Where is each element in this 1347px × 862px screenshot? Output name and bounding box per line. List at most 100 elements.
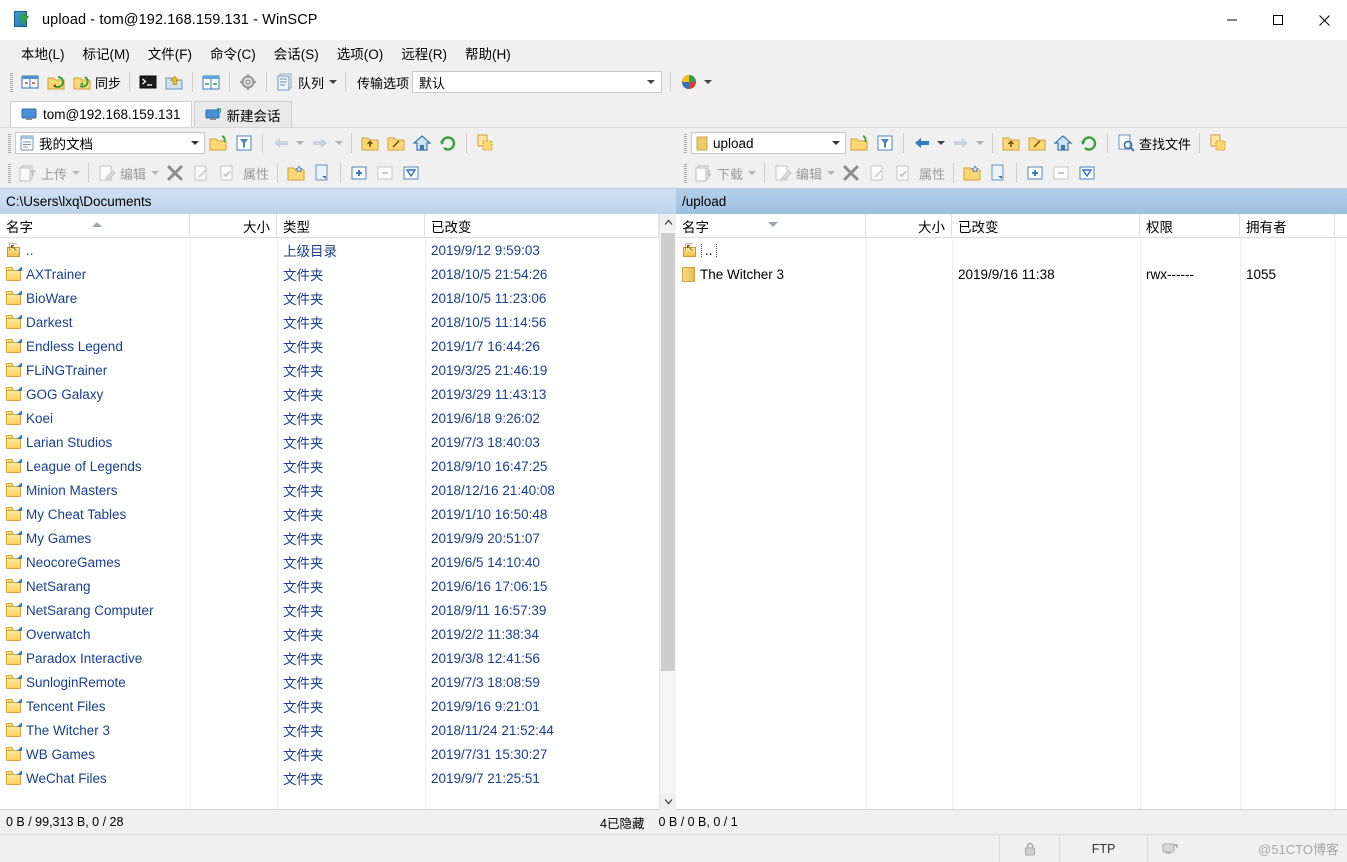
remote-column-owner[interactable]: 拥有者 bbox=[1240, 214, 1335, 237]
scrollbar-thumb[interactable] bbox=[661, 233, 675, 672]
minimize-button[interactable] bbox=[1209, 0, 1255, 40]
remote-select-plus-button[interactable] bbox=[1022, 161, 1048, 185]
local-rename-button[interactable] bbox=[188, 161, 214, 185]
local-select-minus-button[interactable] bbox=[372, 161, 398, 185]
local-invert-selection-button[interactable] bbox=[398, 161, 424, 185]
compare-directories-button[interactable] bbox=[198, 70, 224, 94]
table-row[interactable]: My Cheat Tables 文件夹 2019/1/10 16:50:48 bbox=[0, 502, 659, 526]
chevron-down-icon[interactable] bbox=[704, 80, 713, 84]
local-column-name[interactable]: 名字 bbox=[0, 214, 190, 237]
remote-column-size[interactable]: 大小 bbox=[866, 214, 952, 237]
table-row[interactable]: My Games 文件夹 2019/9/9 20:51:07 bbox=[0, 526, 659, 550]
local-edit-button[interactable]: 编辑 bbox=[94, 161, 162, 185]
remote-filter-button[interactable] bbox=[872, 131, 898, 155]
local-filter-button[interactable] bbox=[231, 131, 257, 155]
chevron-down-icon[interactable] bbox=[191, 141, 199, 145]
table-row[interactable]: ⇱.. bbox=[676, 238, 1347, 262]
table-row[interactable]: Overwatch 文件夹 2019/2/2 11:38:34 bbox=[0, 622, 659, 646]
table-row[interactable]: AXTrainer 文件夹 2018/10/5 21:54:26 bbox=[0, 262, 659, 286]
chevron-down-icon[interactable] bbox=[335, 141, 343, 145]
transfer-settings-button[interactable] bbox=[676, 70, 715, 94]
toolbar-grip[interactable] bbox=[684, 163, 687, 183]
local-home-button[interactable] bbox=[409, 131, 435, 155]
remote-new-directory-button[interactable] bbox=[959, 161, 985, 185]
close-button[interactable] bbox=[1301, 0, 1347, 40]
menu-item-session[interactable]: 会话(S) bbox=[265, 41, 328, 65]
local-directory-combo[interactable]: 我的文档 bbox=[15, 132, 205, 154]
remote-open-directory-dialog-button[interactable] bbox=[1024, 131, 1050, 155]
local-column-size[interactable]: 大小 bbox=[190, 214, 277, 237]
remote-open-directory-button[interactable] bbox=[846, 131, 872, 155]
table-row[interactable]: WB Games 文件夹 2019/7/31 15:30:27 bbox=[0, 742, 659, 766]
local-select-files-button[interactable] bbox=[472, 131, 498, 155]
table-row[interactable]: SunloginRemote 文件夹 2019/7/3 18:08:59 bbox=[0, 670, 659, 694]
table-row[interactable]: FLiNGTrainer 文件夹 2019/3/25 21:46:19 bbox=[0, 358, 659, 382]
toolbar-grip[interactable] bbox=[8, 163, 11, 183]
remote-column-changed[interactable]: 已改变 bbox=[952, 214, 1140, 237]
scroll-down-button[interactable] bbox=[660, 793, 676, 810]
remote-column-rights[interactable]: 权限 bbox=[1140, 214, 1240, 237]
chevron-down-icon[interactable] bbox=[976, 141, 984, 145]
table-row[interactable]: The Witcher 3 文件夹 2018/11/24 21:52:44 bbox=[0, 718, 659, 742]
local-properties-button[interactable]: 属性 bbox=[240, 161, 272, 185]
local-vertical-scrollbar[interactable] bbox=[659, 214, 676, 810]
scroll-up-button[interactable] bbox=[660, 214, 676, 231]
local-parent-directory-button[interactable] bbox=[357, 131, 383, 155]
chevron-down-icon[interactable] bbox=[647, 80, 656, 84]
table-row[interactable]: NetSarang 文件夹 2019/6/16 17:06:15 bbox=[0, 574, 659, 598]
toolbar-grip[interactable] bbox=[10, 72, 13, 92]
table-row[interactable]: The Witcher 3 2019/9/16 11:38 rwx------ 105… bbox=[676, 262, 1347, 286]
upload-button[interactable]: 上传 bbox=[15, 161, 83, 185]
table-row[interactable]: Tencent Files 文件夹 2019/9/16 9:21:01 bbox=[0, 694, 659, 718]
local-column-type[interactable]: 类型 bbox=[277, 214, 425, 237]
chevron-down-icon[interactable] bbox=[827, 171, 836, 175]
remote-delete-button[interactable] bbox=[838, 161, 864, 185]
remote-forward-button[interactable] bbox=[948, 131, 987, 155]
table-row[interactable]: WeChat Files 文件夹 2019/9/7 21:25:51 bbox=[0, 766, 659, 790]
maximize-button[interactable] bbox=[1255, 0, 1301, 40]
chevron-down-icon[interactable] bbox=[937, 141, 945, 145]
menu-item-mark[interactable]: 标记(M) bbox=[74, 41, 139, 65]
local-forward-button[interactable] bbox=[307, 131, 346, 155]
chevron-down-icon[interactable] bbox=[151, 171, 160, 175]
local-delete-button[interactable] bbox=[162, 161, 188, 185]
synchronize-browsing-button[interactable] bbox=[43, 70, 69, 94]
local-column-changed[interactable]: 已改变 bbox=[425, 214, 659, 237]
remote-back-button[interactable] bbox=[909, 131, 948, 155]
chevron-down-icon[interactable] bbox=[832, 141, 840, 145]
remote-select-minus-button[interactable] bbox=[1048, 161, 1074, 185]
remote-select-files-button[interactable] bbox=[1205, 131, 1231, 155]
table-row[interactable]: NeocoreGames 文件夹 2019/6/5 14:10:40 bbox=[0, 550, 659, 574]
local-open-directory-button[interactable] bbox=[205, 131, 231, 155]
encryption-status[interactable] bbox=[999, 834, 1059, 862]
local-select-plus-button[interactable] bbox=[346, 161, 372, 185]
menu-item-remote[interactable]: 远程(R) bbox=[392, 41, 456, 65]
menu-item-local[interactable]: 本地(L) bbox=[12, 41, 74, 65]
table-row[interactable]: NetSarang Computer 文件夹 2018/9/11 16:57:39 bbox=[0, 598, 659, 622]
remote-properties-button[interactable]: 属性 bbox=[916, 161, 948, 185]
remote-refresh-button[interactable] bbox=[1076, 131, 1102, 155]
local-new-file-button[interactable] bbox=[309, 161, 335, 185]
remote-custom-command-button[interactable] bbox=[890, 161, 916, 185]
chevron-down-icon[interactable] bbox=[329, 80, 338, 84]
table-row[interactable]: Larian Studios 文件夹 2019/7/3 18:40:03 bbox=[0, 430, 659, 454]
remote-parent-directory-button[interactable] bbox=[998, 131, 1024, 155]
keep-remote-up-to-date-button[interactable] bbox=[161, 70, 187, 94]
remote-edit-button[interactable]: 编辑 bbox=[770, 161, 838, 185]
remote-rename-button[interactable] bbox=[864, 161, 890, 185]
table-row[interactable]: League of Legends 文件夹 2018/9/10 16:47:25 bbox=[0, 454, 659, 478]
find-files-button[interactable]: 查找文件 bbox=[1113, 131, 1194, 155]
menu-item-files[interactable]: 文件(F) bbox=[139, 41, 201, 65]
local-file-list[interactable]: ⇱.. 上级目录 2019/9/12 9:59:03 AXTrainer 文件夹 2018… bbox=[0, 238, 659, 810]
table-row[interactable]: Paradox Interactive 文件夹 2019/3/8 12:41:56 bbox=[0, 646, 659, 670]
table-row[interactable]: GOG Galaxy 文件夹 2019/3/29 11:43:13 bbox=[0, 382, 659, 406]
preferences-button[interactable] bbox=[235, 70, 261, 94]
local-new-directory-button[interactable] bbox=[283, 161, 309, 185]
local-back-button[interactable] bbox=[268, 131, 307, 155]
toolbar-grip[interactable] bbox=[684, 133, 687, 153]
local-refresh-button[interactable] bbox=[435, 131, 461, 155]
open-console-button[interactable] bbox=[135, 70, 161, 94]
table-row[interactable]: Darkest 文件夹 2018/10/5 11:14:56 bbox=[0, 310, 659, 334]
menu-item-options[interactable]: 选项(O) bbox=[328, 41, 393, 65]
new-session-tab[interactable]: 新建会话 bbox=[193, 101, 292, 127]
